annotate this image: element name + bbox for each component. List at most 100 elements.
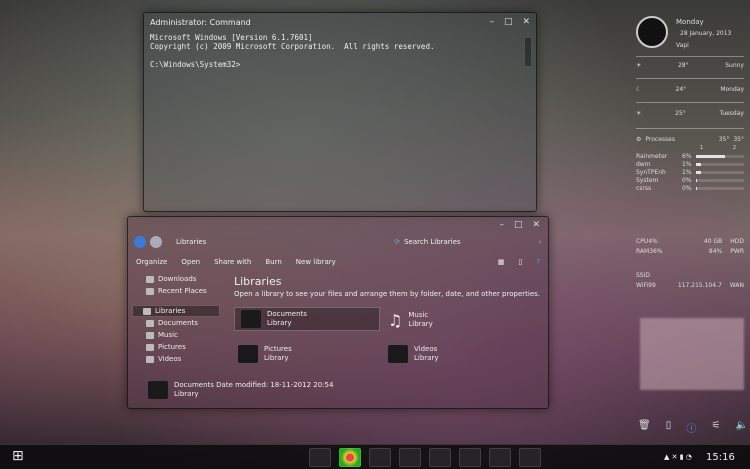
- explorer-window[interactable]: – □ ✕ Libraries ⟳ Search Libraries ⌕ Org…: [127, 216, 549, 409]
- close-button[interactable]: ✕: [532, 220, 540, 230]
- forward-icon[interactable]: [150, 236, 162, 248]
- stat-value: 36%: [649, 248, 663, 255]
- page-subtitle: Open a library to see your files and arr…: [234, 290, 540, 298]
- search-icon[interactable]: ⌕: [538, 238, 542, 247]
- scrollbar[interactable]: [524, 37, 532, 67]
- maximize-button[interactable]: □: [504, 17, 513, 27]
- sun-icon: ☀: [636, 110, 642, 117]
- divider: [636, 102, 744, 103]
- stat-value: 4%: [648, 238, 658, 245]
- sidebar-item-documents[interactable]: Documents: [132, 317, 220, 329]
- command-bar: Organize Open Share with Burn New librar…: [136, 255, 540, 269]
- core-labels: 1 2: [700, 145, 736, 151]
- library-videos[interactable]: Videos Library: [388, 345, 438, 363]
- process-row: dwm 1%: [636, 160, 744, 168]
- details-type: Library: [174, 390, 199, 398]
- help-icon[interactable]: ?: [536, 258, 540, 266]
- trash-icon[interactable]: 🗑: [638, 420, 651, 435]
- moon-icon: ☾: [636, 86, 642, 93]
- mail-taskbar-icon[interactable]: [459, 448, 481, 467]
- process-name: SynTPEnh: [636, 168, 666, 176]
- process-name: Rainmeter: [636, 152, 668, 160]
- stat-label: WiFi: [636, 282, 649, 289]
- sidebar-item-downloads[interactable]: Downloads: [132, 273, 220, 285]
- console-line: Copyright (c) 2009 Microsoft Corporation…: [150, 42, 435, 51]
- stat-label: PWR: [730, 248, 744, 255]
- explorer-taskbar-icon[interactable]: [309, 448, 331, 467]
- sidebar-item-recent-places[interactable]: Recent Places: [132, 285, 220, 297]
- sidebar-item-music[interactable]: Music: [132, 329, 220, 341]
- library-type: Library: [267, 319, 292, 327]
- processes-header: ⚙ Processes 35° 35°: [636, 136, 744, 143]
- refresh-icon[interactable]: ⟳: [394, 238, 400, 246]
- remote-desktop-taskbar-icon[interactable]: [429, 448, 451, 467]
- gear-icon: ⚙: [636, 136, 642, 143]
- document-icon[interactable]: ▯: [666, 420, 672, 435]
- library-icon: [143, 307, 151, 315]
- breadcrumb[interactable]: Libraries: [176, 238, 206, 246]
- burn-button[interactable]: Burn: [265, 258, 281, 266]
- videos-icon: [146, 355, 154, 363]
- quick-icons: 🗑 ▯ ⓘ ⚟ 🔈: [638, 420, 748, 435]
- clock-time[interactable]: 15:16: [706, 452, 735, 463]
- weather-temp: 24°: [675, 86, 687, 93]
- maximize-button[interactable]: □: [514, 220, 523, 230]
- process-pct: 1%: [682, 160, 692, 168]
- weather-row: ☾ 24° Monday: [636, 86, 744, 93]
- process-name: csrss: [636, 184, 652, 192]
- photos-taskbar-icon[interactable]: [369, 448, 391, 467]
- sidebar-item-pictures[interactable]: Pictures: [132, 341, 220, 353]
- utorrent-taskbar-icon[interactable]: [399, 448, 421, 467]
- pictures-icon: [146, 343, 154, 351]
- weather-temp: 28°: [677, 62, 689, 69]
- back-icon[interactable]: [134, 236, 146, 248]
- console-output[interactable]: Microsoft Windows [Version 6.1.7601] Cop…: [144, 31, 536, 71]
- open-button[interactable]: Open: [181, 258, 200, 266]
- camera-icon: [238, 345, 258, 363]
- share-with-button[interactable]: Share with: [214, 258, 251, 266]
- navigation-pane: Downloads Recent Places Libraries Docume…: [132, 273, 220, 365]
- library-name: Music: [408, 311, 429, 319]
- search-input[interactable]: Search Libraries: [404, 238, 534, 246]
- view-icon[interactable]: ▦: [498, 258, 505, 266]
- music-icon: [146, 331, 154, 339]
- process-bar: [696, 162, 701, 166]
- process-bar: [696, 170, 701, 174]
- title-bar[interactable]: Administrator: Command – □ ✕: [144, 13, 536, 31]
- info-icon[interactable]: ⓘ: [686, 420, 696, 435]
- sidebar-item-libraries[interactable]: Libraries: [132, 305, 220, 317]
- console-line: Microsoft Windows [Version 6.1.7601]: [150, 33, 313, 42]
- tray-icons[interactable]: ▲ ✕ ▮ ◔: [664, 453, 692, 461]
- weather-label: Monday: [720, 86, 744, 93]
- taskbar: ⊞ ▲ ✕ ▮ ◔ 15:16: [0, 444, 750, 469]
- details-pane: Documents Date modified: 18-11-2012 20:5…: [148, 381, 333, 399]
- clock-day: Monday: [676, 18, 704, 26]
- window-controls: – □ ✕: [499, 220, 540, 230]
- windows-logo-icon[interactable]: ⊞: [12, 448, 24, 464]
- command-prompt-taskbar-icon[interactable]: [519, 448, 541, 467]
- ram-row: RAM 36% 84% PWR: [636, 248, 744, 255]
- weather-label: Sunny: [725, 62, 744, 69]
- organize-button[interactable]: Organize: [136, 258, 167, 266]
- documents-icon: [148, 381, 168, 399]
- divider: [636, 56, 744, 57]
- command-prompt-window[interactable]: Administrator: Command – □ ✕ Microsoft W…: [143, 12, 537, 212]
- clock-city: Vapi: [676, 42, 689, 49]
- library-pictures[interactable]: Pictures Library: [238, 345, 292, 363]
- library-documents[interactable]: Documents Library: [234, 307, 380, 331]
- clapperboard-icon: [388, 345, 408, 363]
- close-button[interactable]: ✕: [522, 17, 530, 27]
- wireless-icon[interactable]: ⚟: [711, 420, 720, 435]
- minimize-button[interactable]: –: [499, 220, 504, 230]
- stat-value: 117.215.104.7: [677, 282, 722, 289]
- speaker-icon[interactable]: 🔈: [736, 420, 748, 435]
- library-type: Library: [264, 354, 289, 362]
- chrome-taskbar-icon[interactable]: [339, 448, 361, 467]
- analog-clock-icon: [636, 16, 668, 48]
- preview-pane-icon[interactable]: ▯: [518, 258, 522, 266]
- library-music[interactable]: ♫ Music Library: [388, 311, 433, 329]
- tools-taskbar-icon[interactable]: [489, 448, 511, 467]
- sidebar-item-videos[interactable]: Videos: [132, 353, 220, 365]
- minimize-button[interactable]: –: [489, 17, 494, 27]
- new-library-button[interactable]: New library: [296, 258, 336, 266]
